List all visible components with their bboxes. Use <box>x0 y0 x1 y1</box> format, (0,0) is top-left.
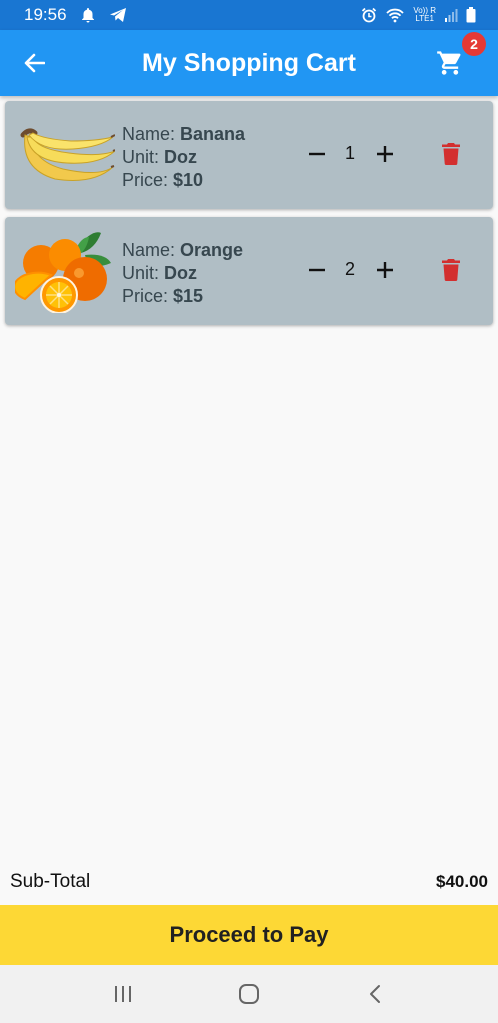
decrease-quantity-button[interactable] <box>305 139 329 169</box>
recent-apps-icon <box>115 986 131 1002</box>
item-info: Name: Orange Unit: Doz Price: $15 <box>122 239 243 308</box>
telegram-icon <box>109 7 127 23</box>
item-name-row: Name: Orange <box>122 239 243 262</box>
increase-quantity-button[interactable] <box>373 255 397 285</box>
minus-icon <box>309 152 325 156</box>
recent-apps-button[interactable] <box>103 974 143 1014</box>
item-info: Name: Banana Unit: Doz Price: $10 <box>122 123 245 192</box>
item-name: Banana <box>180 124 246 144</box>
name-label: Name: <box>122 124 181 144</box>
alarm-icon <box>361 7 377 23</box>
status-time: 19:56 <box>24 5 67 24</box>
cart-item: Name: Orange Unit: Doz Price: $15 2 <box>5 217 493 325</box>
quantity-value: 1 <box>344 143 355 163</box>
orange-image <box>13 229 115 314</box>
plus-icon <box>377 146 393 162</box>
increase-quantity-button[interactable] <box>373 139 397 169</box>
battery-icon <box>466 7 476 23</box>
cart-button[interactable]: 2 <box>430 32 486 81</box>
item-name-row: Name: Banana <box>122 123 245 146</box>
subtotal-value: $40.00 <box>436 872 488 891</box>
cart-item: Name: Banana Unit: Doz Price: $10 1 <box>5 101 493 209</box>
status-right: Vo)) R LTE1 <box>361 7 476 23</box>
quantity-value: 2 <box>344 259 355 279</box>
back-nav-button[interactable] <box>355 974 395 1014</box>
system-nav-bar <box>0 965 498 1023</box>
price-label: Price: <box>122 286 174 306</box>
item-price: $10 <box>173 170 204 190</box>
trash-icon <box>442 259 460 281</box>
unit-label: Unit: <box>122 263 165 283</box>
item-name: Orange <box>180 240 244 260</box>
wifi-icon <box>385 7 405 23</box>
banana-image <box>15 113 116 197</box>
network-label: Vo)) R LTE1 <box>413 6 436 23</box>
shopping-cart-icon <box>437 51 461 75</box>
decrease-quantity-button[interactable] <box>305 255 329 285</box>
status-left: 19:56 <box>24 5 127 25</box>
item-price-row: Price: $15 <box>122 285 243 308</box>
name-label: Name: <box>122 240 181 260</box>
trash-icon <box>442 143 460 165</box>
item-price-row: Price: $10 <box>122 169 245 192</box>
page-title: My Shopping Cart <box>142 48 356 77</box>
minus-icon <box>309 268 325 272</box>
plus-icon <box>377 262 393 278</box>
signal-icon <box>444 8 458 22</box>
unit-label: Unit: <box>122 147 165 167</box>
item-price: $15 <box>173 286 204 306</box>
home-button[interactable] <box>229 974 269 1014</box>
subtotal-label: Sub-Total <box>10 871 91 892</box>
proceed-to-pay-button[interactable]: Proceed to Pay <box>0 905 498 965</box>
back-button[interactable] <box>14 43 54 83</box>
app-bar: My Shopping Cart 2 <box>0 30 498 96</box>
item-unit-row: Unit: Doz <box>122 146 245 169</box>
item-unit-row: Unit: Doz <box>122 262 243 285</box>
item-unit: Doz <box>164 147 198 167</box>
chevron-left-icon <box>370 985 380 1003</box>
arrow-back-icon <box>24 53 45 73</box>
notification-bell-icon <box>81 7 95 23</box>
cart-list: Name: Banana Unit: Doz Price: $10 1 Name… <box>5 101 493 333</box>
item-unit: Doz <box>164 263 198 283</box>
delete-item-button[interactable] <box>440 257 462 283</box>
subtotal-row: Sub-Total $40.00 <box>10 868 488 896</box>
delete-item-button[interactable] <box>440 141 462 167</box>
home-icon <box>239 984 259 1004</box>
cart-count-badge: 2 <box>462 32 486 56</box>
status-bar: 19:56 Vo)) R LTE1 <box>0 0 498 30</box>
price-label: Price: <box>122 170 174 190</box>
